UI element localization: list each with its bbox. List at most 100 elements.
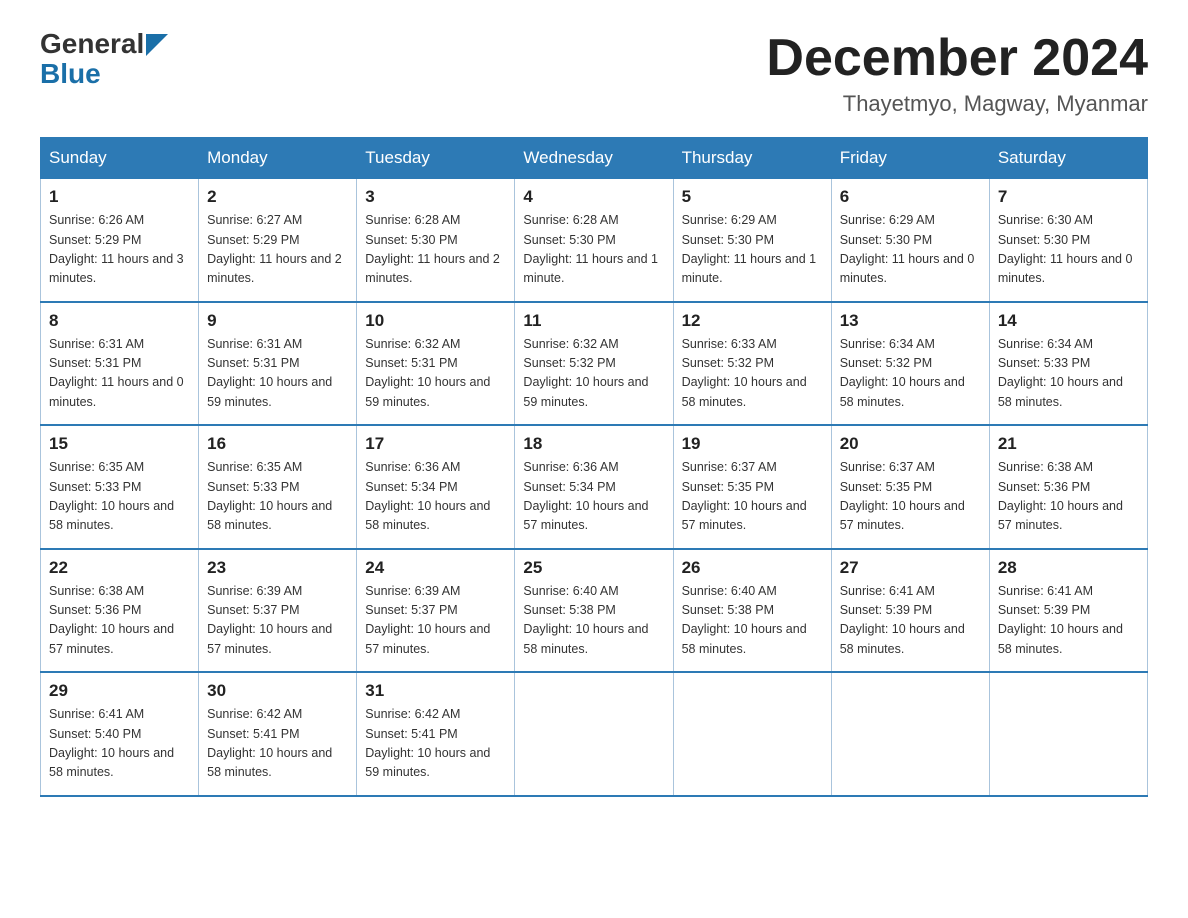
header-friday: Friday	[831, 138, 989, 179]
day-number: 11	[523, 311, 664, 331]
day-info: Sunrise: 6:41 AMSunset: 5:40 PMDaylight:…	[49, 707, 174, 779]
calendar-week-row: 22 Sunrise: 6:38 AMSunset: 5:36 PMDaylig…	[41, 549, 1148, 673]
day-number: 17	[365, 434, 506, 454]
logo-general: General	[40, 30, 144, 58]
calendar-cell: 3 Sunrise: 6:28 AMSunset: 5:30 PMDayligh…	[357, 179, 515, 302]
calendar-cell: 30 Sunrise: 6:42 AMSunset: 5:41 PMDaylig…	[199, 672, 357, 796]
page-header: General Blue December 2024 Thayetmyo, Ma…	[40, 30, 1148, 117]
day-number: 13	[840, 311, 981, 331]
day-info: Sunrise: 6:40 AMSunset: 5:38 PMDaylight:…	[682, 584, 807, 656]
calendar-cell	[673, 672, 831, 796]
header-thursday: Thursday	[673, 138, 831, 179]
calendar-cell: 13 Sunrise: 6:34 AMSunset: 5:32 PMDaylig…	[831, 302, 989, 426]
location: Thayetmyo, Magway, Myanmar	[766, 91, 1148, 117]
day-number: 7	[998, 187, 1139, 207]
day-info: Sunrise: 6:28 AMSunset: 5:30 PMDaylight:…	[523, 213, 658, 285]
day-info: Sunrise: 6:38 AMSunset: 5:36 PMDaylight:…	[998, 460, 1123, 532]
calendar-cell: 9 Sunrise: 6:31 AMSunset: 5:31 PMDayligh…	[199, 302, 357, 426]
day-number: 14	[998, 311, 1139, 331]
day-number: 23	[207, 558, 348, 578]
calendar-cell: 22 Sunrise: 6:38 AMSunset: 5:36 PMDaylig…	[41, 549, 199, 673]
day-number: 25	[523, 558, 664, 578]
calendar-cell: 21 Sunrise: 6:38 AMSunset: 5:36 PMDaylig…	[989, 425, 1147, 549]
day-info: Sunrise: 6:41 AMSunset: 5:39 PMDaylight:…	[840, 584, 965, 656]
day-info: Sunrise: 6:28 AMSunset: 5:30 PMDaylight:…	[365, 213, 500, 285]
calendar-cell: 25 Sunrise: 6:40 AMSunset: 5:38 PMDaylig…	[515, 549, 673, 673]
day-info: Sunrise: 6:36 AMSunset: 5:34 PMDaylight:…	[365, 460, 490, 532]
month-title: December 2024	[766, 30, 1148, 87]
calendar-cell: 1 Sunrise: 6:26 AMSunset: 5:29 PMDayligh…	[41, 179, 199, 302]
day-number: 19	[682, 434, 823, 454]
day-info: Sunrise: 6:38 AMSunset: 5:36 PMDaylight:…	[49, 584, 174, 656]
calendar-cell	[831, 672, 989, 796]
day-number: 2	[207, 187, 348, 207]
logo-arrow-icon	[146, 34, 168, 56]
calendar-week-row: 15 Sunrise: 6:35 AMSunset: 5:33 PMDaylig…	[41, 425, 1148, 549]
day-info: Sunrise: 6:35 AMSunset: 5:33 PMDaylight:…	[49, 460, 174, 532]
day-info: Sunrise: 6:32 AMSunset: 5:32 PMDaylight:…	[523, 337, 648, 409]
day-info: Sunrise: 6:39 AMSunset: 5:37 PMDaylight:…	[365, 584, 490, 656]
day-info: Sunrise: 6:35 AMSunset: 5:33 PMDaylight:…	[207, 460, 332, 532]
logo-blue: Blue	[40, 60, 101, 88]
day-number: 20	[840, 434, 981, 454]
day-number: 10	[365, 311, 506, 331]
day-number: 30	[207, 681, 348, 701]
calendar-cell	[515, 672, 673, 796]
calendar-week-row: 8 Sunrise: 6:31 AMSunset: 5:31 PMDayligh…	[41, 302, 1148, 426]
day-number: 31	[365, 681, 506, 701]
header-saturday: Saturday	[989, 138, 1147, 179]
day-number: 21	[998, 434, 1139, 454]
day-info: Sunrise: 6:37 AMSunset: 5:35 PMDaylight:…	[682, 460, 807, 532]
calendar-cell: 18 Sunrise: 6:36 AMSunset: 5:34 PMDaylig…	[515, 425, 673, 549]
day-number: 26	[682, 558, 823, 578]
day-info: Sunrise: 6:39 AMSunset: 5:37 PMDaylight:…	[207, 584, 332, 656]
calendar-cell: 2 Sunrise: 6:27 AMSunset: 5:29 PMDayligh…	[199, 179, 357, 302]
day-info: Sunrise: 6:31 AMSunset: 5:31 PMDaylight:…	[207, 337, 332, 409]
calendar-header-row: SundayMondayTuesdayWednesdayThursdayFrid…	[41, 138, 1148, 179]
calendar-cell: 19 Sunrise: 6:37 AMSunset: 5:35 PMDaylig…	[673, 425, 831, 549]
day-info: Sunrise: 6:42 AMSunset: 5:41 PMDaylight:…	[207, 707, 332, 779]
day-info: Sunrise: 6:26 AMSunset: 5:29 PMDaylight:…	[49, 213, 184, 285]
day-number: 6	[840, 187, 981, 207]
calendar-cell: 7 Sunrise: 6:30 AMSunset: 5:30 PMDayligh…	[989, 179, 1147, 302]
day-info: Sunrise: 6:34 AMSunset: 5:33 PMDaylight:…	[998, 337, 1123, 409]
day-number: 29	[49, 681, 190, 701]
calendar-cell: 29 Sunrise: 6:41 AMSunset: 5:40 PMDaylig…	[41, 672, 199, 796]
calendar-cell: 6 Sunrise: 6:29 AMSunset: 5:30 PMDayligh…	[831, 179, 989, 302]
day-number: 16	[207, 434, 348, 454]
day-info: Sunrise: 6:30 AMSunset: 5:30 PMDaylight:…	[998, 213, 1133, 285]
calendar-cell: 26 Sunrise: 6:40 AMSunset: 5:38 PMDaylig…	[673, 549, 831, 673]
calendar-cell: 12 Sunrise: 6:33 AMSunset: 5:32 PMDaylig…	[673, 302, 831, 426]
calendar-cell: 4 Sunrise: 6:28 AMSunset: 5:30 PMDayligh…	[515, 179, 673, 302]
calendar-cell: 23 Sunrise: 6:39 AMSunset: 5:37 PMDaylig…	[199, 549, 357, 673]
day-info: Sunrise: 6:27 AMSunset: 5:29 PMDaylight:…	[207, 213, 342, 285]
day-info: Sunrise: 6:41 AMSunset: 5:39 PMDaylight:…	[998, 584, 1123, 656]
header-wednesday: Wednesday	[515, 138, 673, 179]
day-info: Sunrise: 6:33 AMSunset: 5:32 PMDaylight:…	[682, 337, 807, 409]
calendar-table: SundayMondayTuesdayWednesdayThursdayFrid…	[40, 137, 1148, 797]
calendar-cell: 5 Sunrise: 6:29 AMSunset: 5:30 PMDayligh…	[673, 179, 831, 302]
calendar-cell: 11 Sunrise: 6:32 AMSunset: 5:32 PMDaylig…	[515, 302, 673, 426]
day-number: 24	[365, 558, 506, 578]
day-number: 4	[523, 187, 664, 207]
day-info: Sunrise: 6:31 AMSunset: 5:31 PMDaylight:…	[49, 337, 184, 409]
title-block: December 2024 Thayetmyo, Magway, Myanmar	[766, 30, 1148, 117]
day-number: 1	[49, 187, 190, 207]
header-monday: Monday	[199, 138, 357, 179]
calendar-cell: 31 Sunrise: 6:42 AMSunset: 5:41 PMDaylig…	[357, 672, 515, 796]
day-number: 15	[49, 434, 190, 454]
day-number: 28	[998, 558, 1139, 578]
calendar-cell: 17 Sunrise: 6:36 AMSunset: 5:34 PMDaylig…	[357, 425, 515, 549]
calendar-cell: 27 Sunrise: 6:41 AMSunset: 5:39 PMDaylig…	[831, 549, 989, 673]
day-number: 18	[523, 434, 664, 454]
day-info: Sunrise: 6:34 AMSunset: 5:32 PMDaylight:…	[840, 337, 965, 409]
calendar-cell: 20 Sunrise: 6:37 AMSunset: 5:35 PMDaylig…	[831, 425, 989, 549]
day-info: Sunrise: 6:36 AMSunset: 5:34 PMDaylight:…	[523, 460, 648, 532]
calendar-cell: 10 Sunrise: 6:32 AMSunset: 5:31 PMDaylig…	[357, 302, 515, 426]
day-number: 9	[207, 311, 348, 331]
day-info: Sunrise: 6:42 AMSunset: 5:41 PMDaylight:…	[365, 707, 490, 779]
calendar-week-row: 1 Sunrise: 6:26 AMSunset: 5:29 PMDayligh…	[41, 179, 1148, 302]
calendar-week-row: 29 Sunrise: 6:41 AMSunset: 5:40 PMDaylig…	[41, 672, 1148, 796]
day-number: 12	[682, 311, 823, 331]
day-info: Sunrise: 6:32 AMSunset: 5:31 PMDaylight:…	[365, 337, 490, 409]
